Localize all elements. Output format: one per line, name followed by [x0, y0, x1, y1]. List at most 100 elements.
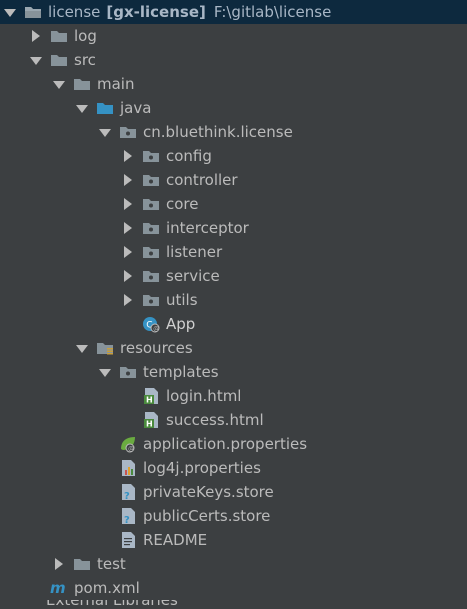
tree-row-listener[interactable]: listener	[0, 240, 467, 264]
expand-arrow-root[interactable]	[4, 7, 16, 17]
class-icon: C @	[142, 316, 160, 333]
tree-label-log: log	[74, 27, 97, 45]
tree-label-service: service	[166, 267, 220, 285]
external-libraries-row[interactable]: External Libraries	[0, 600, 467, 609]
package-icon	[142, 172, 160, 188]
properties-icon	[119, 460, 137, 476]
svg-text:m: m	[50, 580, 66, 596]
tree-row-readme[interactable]: README	[0, 528, 467, 552]
tree-row-privatekeys-store[interactable]: ? privateKeys.store	[0, 480, 467, 504]
folder-icon	[50, 28, 68, 44]
folder-icon	[73, 556, 91, 572]
folder-icon	[50, 52, 68, 68]
tree-row-src[interactable]: src	[0, 48, 467, 72]
tree-label-utils: utils	[166, 291, 198, 309]
store-file-icon: ?	[119, 508, 137, 525]
tree-row-service[interactable]: service	[0, 264, 467, 288]
external-libraries-label: External Libraries	[46, 600, 178, 609]
package-icon	[142, 292, 160, 308]
tree-row-config[interactable]: config	[0, 144, 467, 168]
folder-icon	[24, 4, 42, 20]
expand-arrow-controller[interactable]	[122, 174, 132, 186]
package-icon	[142, 268, 160, 284]
package-icon	[119, 124, 137, 140]
svg-text:@: @	[128, 446, 134, 453]
expand-arrow-config[interactable]	[122, 150, 132, 162]
tree-label-core: core	[166, 195, 199, 213]
project-tree: license [gx-license] F:\gitlab\license l…	[0, 0, 467, 609]
tree-row-pom-xml[interactable]: m pom.xml	[0, 576, 467, 600]
tree-label-templates: templates	[143, 363, 219, 381]
tree-label-publiccerts-store: publicCerts.store	[143, 507, 271, 525]
tree-label-resources: resources	[120, 339, 193, 357]
expand-arrow-interceptor[interactable]	[122, 222, 132, 234]
expand-arrow-log[interactable]	[30, 30, 40, 42]
tree-label-main: main	[97, 75, 135, 93]
spring-properties-icon: @	[119, 436, 137, 453]
tree-label-test: test	[97, 555, 126, 573]
tree-row-log4j-properties[interactable]: log4j.properties	[0, 456, 467, 480]
svg-text:?: ?	[124, 515, 130, 525]
expand-arrow-resources[interactable]	[76, 343, 88, 353]
module-name: [gx-license]	[106, 3, 206, 21]
expand-arrow-core[interactable]	[122, 198, 132, 210]
tree-row-log[interactable]: log	[0, 24, 467, 48]
package-icon	[142, 220, 160, 236]
tree-row-interceptor[interactable]: interceptor	[0, 216, 467, 240]
html-file-icon: H	[142, 412, 160, 429]
tree-row-java[interactable]: java	[0, 96, 467, 120]
tree-label-readme: README	[143, 531, 208, 549]
tree-row-login-html[interactable]: H login.html	[0, 384, 467, 408]
expand-arrow-src[interactable]	[30, 55, 42, 65]
svg-text:@: @	[153, 326, 159, 333]
tree-label-java: java	[120, 99, 152, 117]
expand-arrow-templates[interactable]	[99, 367, 111, 377]
expand-arrow-package[interactable]	[99, 127, 111, 137]
tree-row-success-html[interactable]: H success.html	[0, 408, 467, 432]
tree-label-pom-xml: pom.xml	[74, 579, 140, 597]
project-path: F:\gitlab\license	[213, 3, 332, 21]
tree-label-app: App	[166, 315, 196, 333]
tree-label-privatekeys-store: privateKeys.store	[143, 483, 274, 501]
tree-row-test[interactable]: test	[0, 552, 467, 576]
tree-row-resources[interactable]: resources	[0, 336, 467, 360]
folder-icon	[73, 76, 91, 92]
package-icon	[142, 196, 160, 212]
tree-row-publiccerts-store[interactable]: ? publicCerts.store	[0, 504, 467, 528]
svg-text:H: H	[146, 420, 153, 429]
tree-row-main[interactable]: main	[0, 72, 467, 96]
html-file-icon: H	[142, 388, 160, 405]
resources-folder-icon	[96, 340, 114, 356]
tree-row-core[interactable]: core	[0, 192, 467, 216]
tree-label-login-html: login.html	[166, 387, 242, 405]
tree-label-src: src	[74, 51, 96, 69]
text-file-icon	[119, 532, 137, 548]
tree-label-application-properties: application.properties	[143, 435, 308, 453]
maven-icon: m	[50, 580, 68, 596]
tree-row-package[interactable]: cn.bluethink.license	[0, 120, 467, 144]
package-icon	[142, 244, 160, 260]
store-file-icon: ?	[119, 484, 137, 501]
expand-arrow-java[interactable]	[76, 103, 88, 113]
expand-arrow-listener[interactable]	[122, 246, 132, 258]
tree-label-config: config	[166, 147, 212, 165]
source-folder-icon	[96, 100, 114, 116]
tree-label-listener: listener	[166, 243, 223, 261]
expand-arrow-utils[interactable]	[122, 294, 132, 306]
package-icon	[142, 148, 160, 164]
folder-icon	[119, 364, 137, 380]
tree-label-controller: controller	[166, 171, 238, 189]
expand-arrow-main[interactable]	[53, 79, 65, 89]
tree-row-app[interactable]: C @ App	[0, 312, 467, 336]
expand-arrow-service[interactable]	[122, 270, 132, 282]
svg-text:?: ?	[124, 491, 130, 501]
tree-row-root[interactable]: license [gx-license] F:\gitlab\license	[0, 0, 467, 24]
tree-row-utils[interactable]: utils	[0, 288, 467, 312]
tree-row-templates[interactable]: templates	[0, 360, 467, 384]
tree-label-log4j-properties: log4j.properties	[143, 459, 261, 477]
tree-label-package: cn.bluethink.license	[143, 123, 293, 141]
svg-text:H: H	[146, 396, 153, 405]
tree-row-application-properties[interactable]: @ application.properties	[0, 432, 467, 456]
tree-row-controller[interactable]: controller	[0, 168, 467, 192]
expand-arrow-test[interactable]	[53, 558, 63, 570]
